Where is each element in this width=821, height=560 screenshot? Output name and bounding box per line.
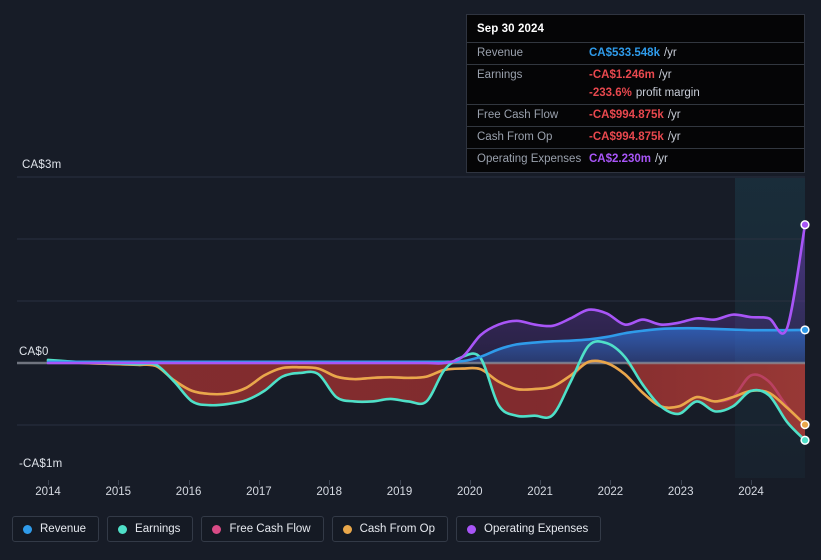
legend-color-dot-icon xyxy=(342,524,352,534)
tooltip-row: Cash From Op -CA$994.875k/yr xyxy=(467,126,804,148)
tooltip-row-unit: /yr xyxy=(667,109,681,121)
legend-item-label: Free Cash Flow xyxy=(229,523,311,535)
legend-item-label: Cash From Op xyxy=(359,523,436,535)
x-axis-label: 2021 xyxy=(527,486,553,498)
tooltip-rows: Revenue CA$533.548k/yr Earnings -CA$1.246m /… xyxy=(467,42,804,170)
tooltip-row-value: CA$533.548k xyxy=(589,47,660,59)
x-axis-label: 2014 xyxy=(35,486,61,498)
legend-color-dot-icon xyxy=(118,524,128,534)
y-axis-label-bottom: -CA$1m xyxy=(19,458,63,470)
x-axis-tick xyxy=(188,480,190,485)
tooltip-row-value-group: CA$2.230m/yr xyxy=(589,152,668,167)
x-axis-label: 2017 xyxy=(246,486,272,498)
x-axis-tick xyxy=(258,480,260,485)
tooltip-row: -233.6% profit margin xyxy=(467,86,804,104)
tooltip-row-unit: /yr xyxy=(655,153,668,165)
x-axis-label: 2023 xyxy=(667,486,694,498)
tooltip-row-value: -CA$994.875k xyxy=(589,131,664,143)
legend-item-label: Revenue xyxy=(40,523,87,535)
x-axis-tick xyxy=(680,480,682,485)
tooltip-row-label: Operating Expenses xyxy=(477,153,582,165)
x-axis-tick xyxy=(118,480,120,485)
tooltip-row-value-group: CA$533.548k/yr xyxy=(589,46,677,61)
y-axis-label-zero: CA$0 xyxy=(19,346,49,358)
chart-tooltip: Sep 30 2024 Revenue CA$533.548k/yr Earning… xyxy=(466,14,805,173)
x-axis-tick xyxy=(399,480,401,485)
tooltip-date: Sep 30 2024 xyxy=(477,23,544,35)
x-axis: 2014 2015 2016 2017 2018 2019 2020 2021 2022 2023… xyxy=(0,480,821,508)
tooltip-row-label: Earnings xyxy=(477,69,523,81)
x-axis-tick xyxy=(469,480,471,485)
legend-item-cash-from-op[interactable]: Cash From Op xyxy=(331,516,449,542)
chart-page: CA$3m CA$0 -CA$1m 2014 2015 2016 2017 2018 20… xyxy=(0,0,821,560)
tooltip-row-unit: /yr xyxy=(663,47,677,59)
x-axis-tick xyxy=(540,480,542,485)
tooltip-row-value-group: -CA$1.246m/yr xyxy=(589,68,672,83)
tooltip-row-value-group: -233.6% profit margin xyxy=(589,86,700,101)
legend-item-free-cash-flow[interactable]: Free Cash Flow xyxy=(201,516,324,542)
tooltip-row-unit: profit margin xyxy=(635,87,700,99)
chart-legend: Revenue Earnings Free Cash Flow Cash From O… xyxy=(12,516,602,542)
x-axis-label: 2022 xyxy=(597,486,624,498)
legend-color-dot-icon xyxy=(467,524,477,534)
tooltip-row: Revenue CA$533.548k/yr xyxy=(467,42,804,64)
tooltip-row-value: CA$2.230m xyxy=(589,153,652,165)
legend-color-dot-icon xyxy=(23,524,32,534)
tooltip-row-label: Free Cash Flow xyxy=(477,109,559,121)
tooltip-row-value: -CA$1.246m xyxy=(589,69,655,81)
tooltip-row-label: Cash From Op xyxy=(477,131,553,143)
tooltip-row-unit: /yr xyxy=(667,131,681,143)
legend-item-operating-expenses[interactable]: Operating Expenses xyxy=(456,516,602,542)
y-axis-label-top: CA$3m xyxy=(22,159,62,171)
legend-item-label: Earnings xyxy=(135,523,181,535)
legend-item-label: Operating Expenses xyxy=(484,523,589,535)
x-axis-label: 2016 xyxy=(175,486,202,498)
x-axis-label: 2020 xyxy=(457,486,483,498)
tooltip-row-label: Revenue xyxy=(477,47,524,59)
tooltip-row-value: -CA$994.875k xyxy=(589,109,664,121)
tooltip-row-unit: /yr xyxy=(658,69,672,81)
x-axis-label: 2018 xyxy=(316,486,342,498)
tooltip-row: Operating Expenses CA$2.230m/yr xyxy=(467,148,804,170)
tooltip-row-value-group: -CA$994.875k/yr xyxy=(589,130,681,145)
legend-color-dot-icon xyxy=(212,524,222,534)
x-axis-label: 2015 xyxy=(105,486,132,498)
tooltip-row: Free Cash Flow -CA$994.875k/yr xyxy=(467,104,804,126)
x-axis-tick xyxy=(610,480,612,485)
x-axis-tick xyxy=(329,480,331,485)
tooltip-row: Earnings -CA$1.246m/yr xyxy=(467,64,804,86)
x-axis-label: 2019 xyxy=(386,486,413,498)
tooltip-row-value-group: -CA$994.875k/yr xyxy=(589,108,681,123)
x-axis-tick xyxy=(48,480,49,485)
x-axis-label: 2024 xyxy=(738,486,764,498)
legend-item-earnings[interactable]: Earnings xyxy=(107,516,194,542)
x-axis-tick xyxy=(751,480,752,485)
legend-item-revenue[interactable]: Revenue xyxy=(12,516,100,542)
tooltip-row-value: -233.6% xyxy=(589,87,632,99)
